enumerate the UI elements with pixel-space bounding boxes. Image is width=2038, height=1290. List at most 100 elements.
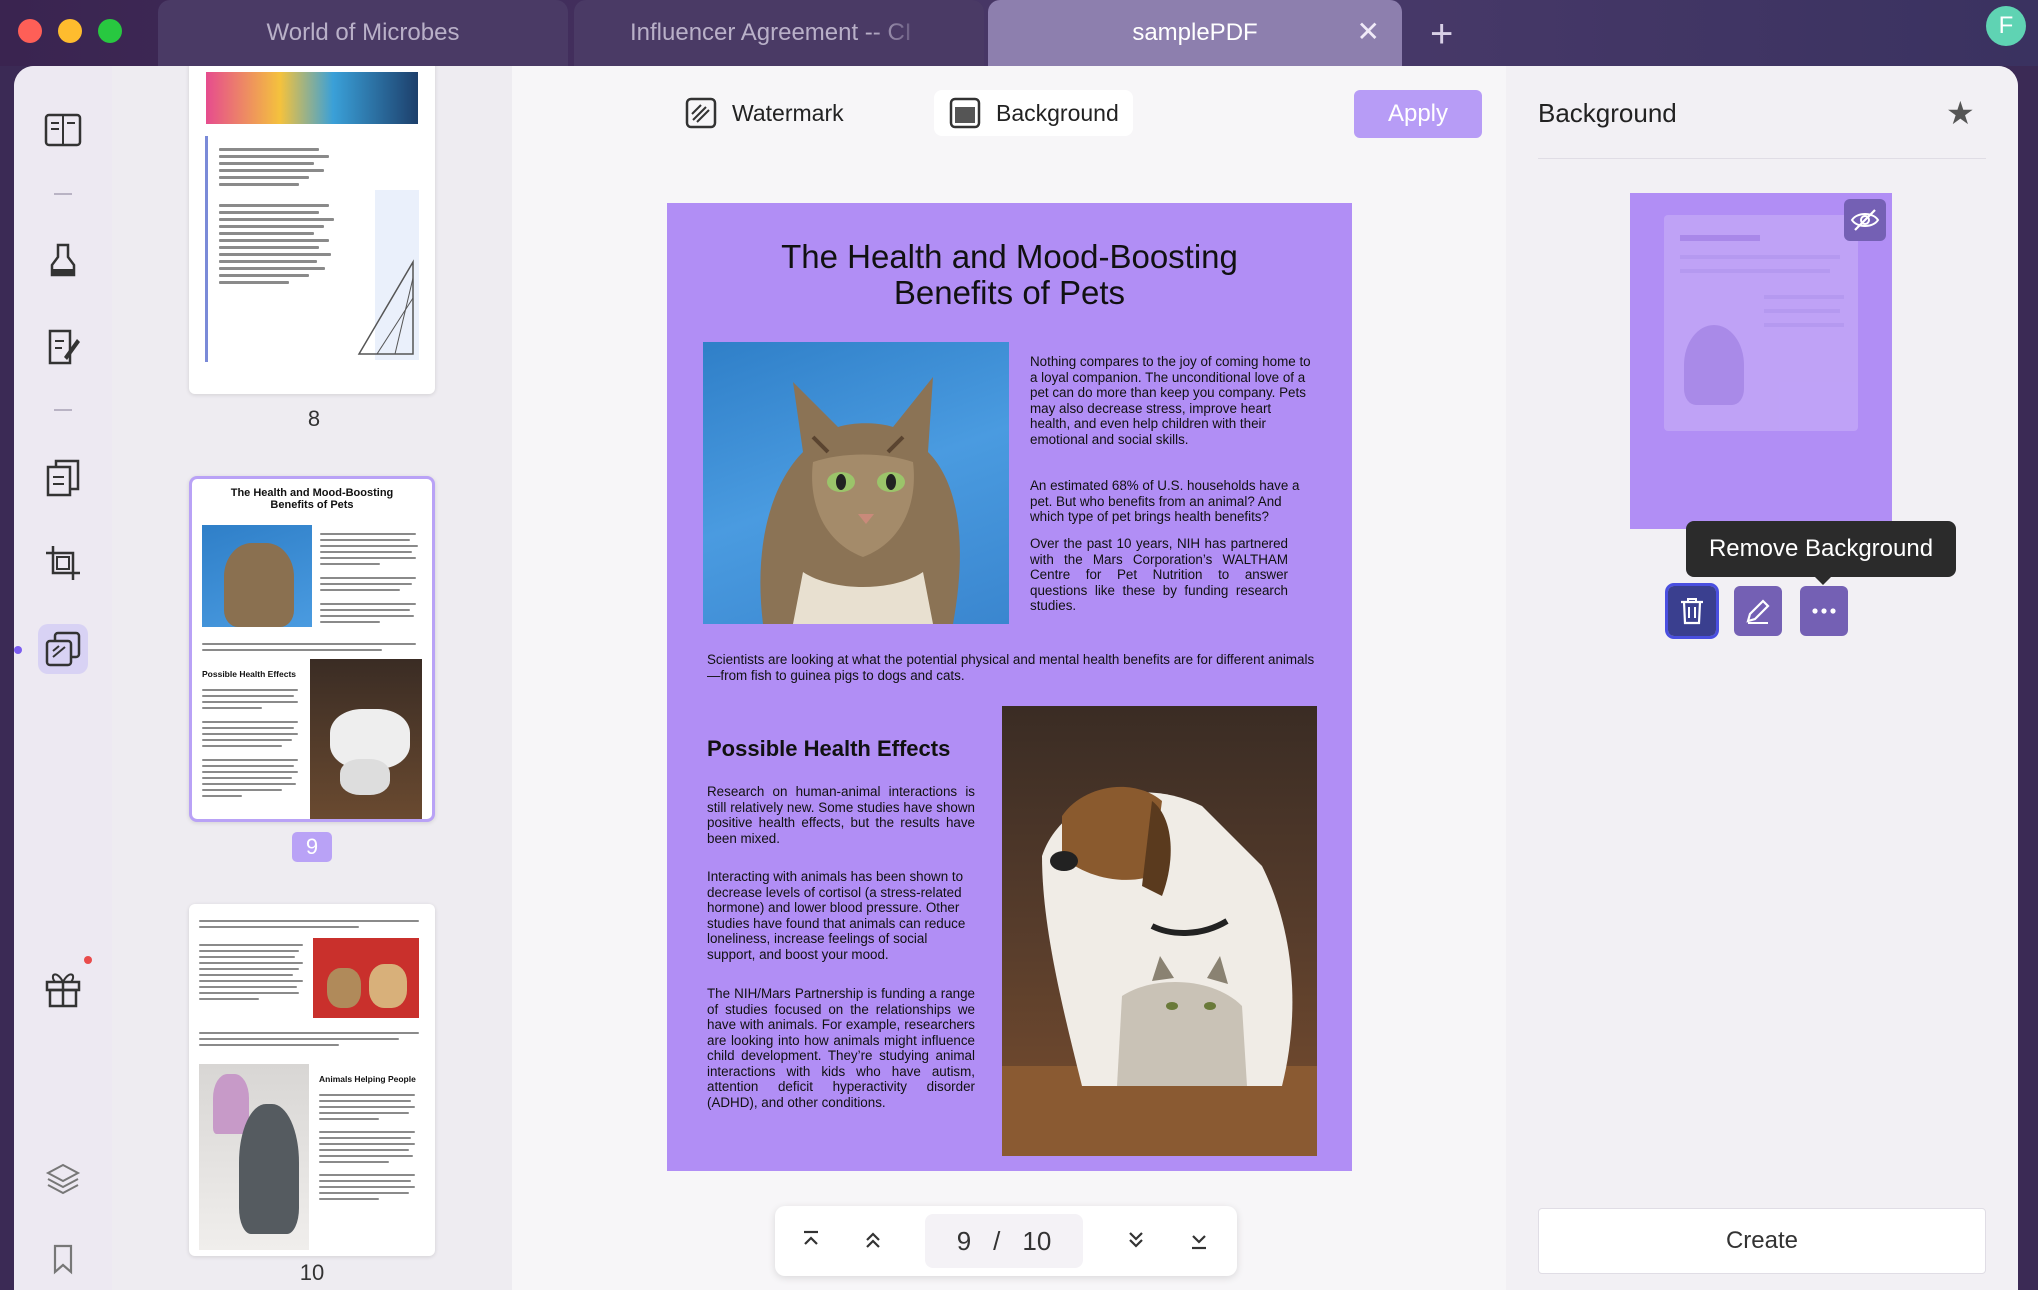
thumbnail-text [219,144,339,288]
thumbnail-page-9[interactable]: The Health and Mood-Boosting Benefits of… [189,476,435,822]
template-preview [1664,215,1858,431]
layers-icon[interactable] [38,1154,88,1204]
app-window: 8 The Health and Mood-Boosting Benefits … [14,66,2018,1290]
thumbnail-panel: 8 The Health and Mood-Boosting Benefits … [112,66,512,1290]
next-page-icon[interactable] [1120,1224,1152,1256]
rail-divider [54,409,72,411]
title-bar: World of Microbes Influencer Agreement -… [0,0,2038,66]
thumbnail-page-number: 10 [299,1260,325,1285]
star-icon[interactable]: ★ [1946,94,1975,132]
paragraph-households: An estimated 68% of U.S. households have… [1030,478,1300,524]
trash-icon [1681,598,1703,625]
page-title-line: Benefits of Pets [893,274,1126,311]
thumbnail-cat-image [199,1064,309,1250]
rail-divider [54,193,72,195]
more-icon [1812,608,1836,614]
paragraph-intro: Nothing compares to the joy of coming ho… [1030,354,1311,447]
total-pages: 10 [1022,1225,1052,1256]
apply-button[interactable]: Apply [1354,90,1482,138]
document-view: Watermark Background Apply The Health an… [512,66,1506,1290]
active-indicator [14,646,22,654]
thumbnail-text [199,916,425,932]
thumbnail-text [202,639,422,655]
paragraph-nih: Over the past 10 years, NIH has partnere… [1030,536,1288,613]
thumbnail-page-10[interactable]: Animals Helping People [189,904,435,1256]
tab-influencer-agreement[interactable]: Influencer Agreement -- CI [574,0,984,66]
create-button[interactable]: Create [1538,1208,1986,1274]
delete-background-button[interactable] [1665,583,1719,639]
more-options-button[interactable] [1800,586,1848,636]
pencil-icon [1746,599,1770,624]
thumbnail-dog-image [310,659,422,819]
watermark-background-icon[interactable] [38,624,88,674]
remove-background-tooltip: Remove Background [1686,521,1956,577]
thumbnail-text [320,529,420,627]
previous-page-icon[interactable] [857,1224,889,1256]
page-title: The Health and Mood-Boosting Benefits of… [727,239,1292,311]
new-tab-button[interactable]: + [1430,12,1453,57]
first-page-icon[interactable] [795,1224,827,1256]
tab-world-of-microbes[interactable]: World of Microbes [158,0,568,66]
zoom-window-button[interactable] [98,19,122,43]
thumbnail-text [202,685,302,801]
hide-icon[interactable] [1844,199,1886,241]
tab-label: samplePDF [1132,19,1258,46]
thumbnail-heading: Animals Helping People [319,1074,416,1084]
highlighter-icon[interactable] [38,236,88,286]
thumbnail-text [199,940,307,1004]
paragraph-research: Research on human-animal interactions is… [707,784,975,846]
thumbnail-figure [357,190,419,360]
watermark-label: Watermark [732,99,844,126]
tooltip-arrow [1815,577,1831,585]
tool-rail [14,66,112,1290]
current-page[interactable]: 9 [957,1226,971,1257]
panel-divider [1538,158,1986,159]
thumbnail-cat-image [202,525,312,627]
background-template-card[interactable]: Remove Background [1630,193,1956,639]
dog-and-cat-image [1002,706,1317,1156]
paragraph-partnership: The NIH/Mars Partnership is funding a ra… [707,986,975,1110]
pdf-page: The Health and Mood-Boosting Benefits of… [667,203,1352,1171]
avatar[interactable]: F [1986,6,2026,46]
close-window-button[interactable] [18,19,42,43]
paragraph-interacting: Interacting with animals has been shown … [707,869,966,962]
background-panel: Background ★ Remove Background Create [1506,66,2018,1290]
edit-background-button[interactable] [1734,586,1782,636]
panel-title: Background [1538,98,1677,128]
background-icon [949,97,981,129]
cat-image [703,342,1009,624]
page-navigator: 9 / 10 [775,1206,1237,1276]
thumbnail-text [319,1090,419,1204]
thumbnail-page-number: 8 [307,406,321,431]
thumbnail-text [199,1028,425,1050]
organize-pages-icon[interactable] [38,452,88,502]
background-tab[interactable]: Background [934,90,1133,136]
notification-dot [84,956,92,964]
tab-samplepdf[interactable]: samplePDF ✕ [988,0,1402,66]
close-tab-icon[interactable]: ✕ [1357,18,1380,46]
tab-label: World of Microbes [266,19,460,46]
paragraph-scientists: Scientists are looking at what the poten… [707,652,1315,683]
minimize-window-button[interactable] [58,19,82,43]
section-heading: Possible Health Effects [707,736,951,761]
last-page-icon[interactable] [1183,1224,1215,1256]
thumbnail-heading: Possible Health Effects [202,669,297,679]
thumbnail-title: The Health and Mood-Boosting Benefits of… [230,487,394,511]
thumbnail-dogs-image [313,938,419,1018]
gift-icon[interactable] [38,962,88,1012]
thumbnail-page-number: 9 [292,832,332,862]
tab-label: Influencer Agreement -- CI [630,19,912,46]
page-number-field[interactable]: 9 / 10 [925,1214,1083,1268]
page-title-line: The Health and Mood-Boosting [781,238,1238,275]
page-separator: / [993,1225,1001,1256]
background-label: Background [996,99,1119,126]
bookmark-icon[interactable] [38,1234,88,1284]
thumbnail-page-8[interactable] [189,66,435,394]
edit-text-icon[interactable] [38,322,88,372]
watermark-tab[interactable]: Watermark [670,90,858,136]
reader-icon[interactable] [38,105,88,155]
crop-icon[interactable] [38,538,88,588]
thumbnail-image [206,72,418,124]
thumbnail-rule [205,136,208,362]
watermark-icon [685,97,717,129]
